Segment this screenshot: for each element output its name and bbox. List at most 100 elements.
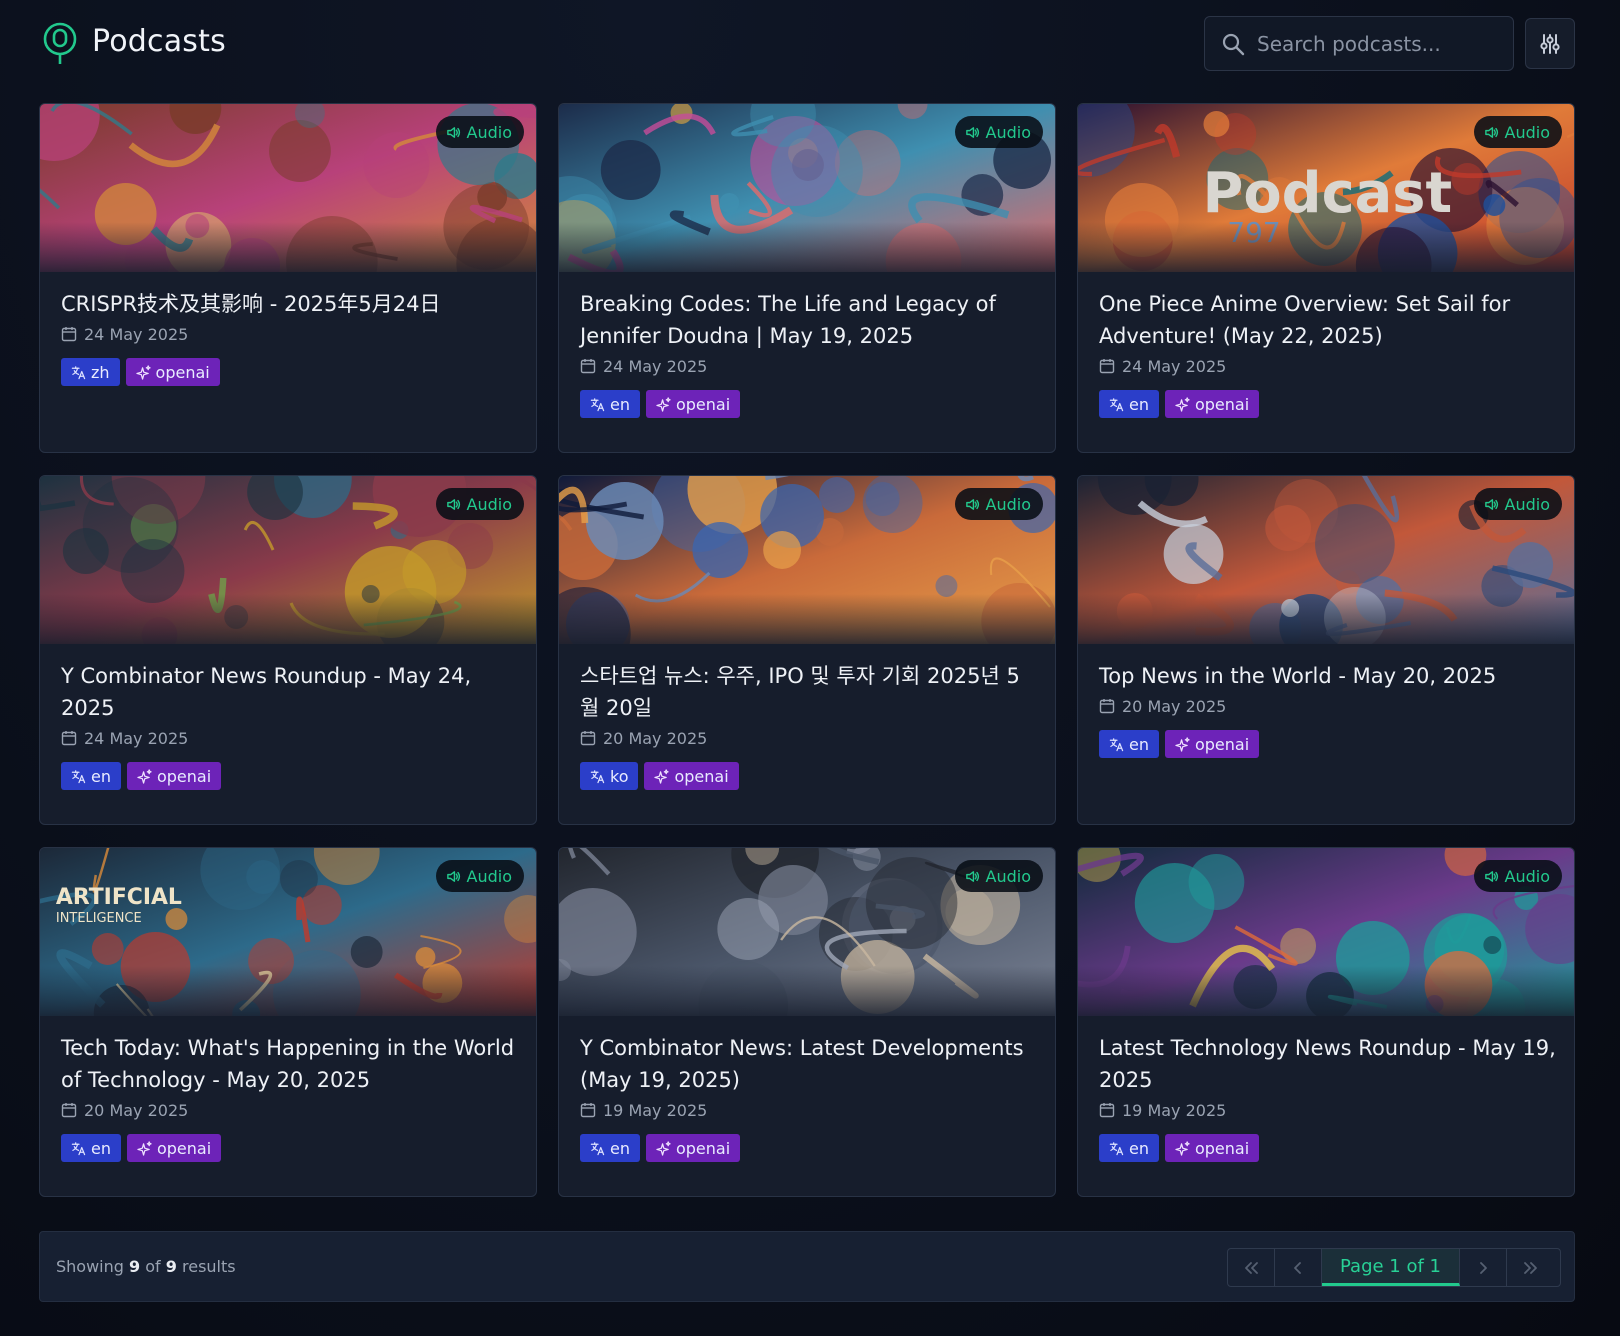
language-tag-label: zh bbox=[91, 362, 110, 382]
audio-badge-label: Audio bbox=[985, 494, 1031, 514]
model-tag-label: openai bbox=[156, 1138, 212, 1158]
search-box[interactable] bbox=[1204, 16, 1514, 71]
language-tag-label: en bbox=[91, 766, 111, 786]
podcast-card[interactable]: Audio Y Combinator News Roundup - May 24… bbox=[39, 475, 537, 825]
results-count: Showing 9 of 9 results bbox=[56, 1257, 236, 1276]
next-page-button[interactable] bbox=[1460, 1249, 1507, 1286]
podcast-title[interactable]: Tech Today: What's Happening in the Worl… bbox=[61, 1032, 518, 1096]
speaker-icon bbox=[965, 126, 979, 138]
model-tag-label: openai bbox=[675, 394, 731, 414]
speaker-icon bbox=[446, 870, 460, 882]
podcast-grid: Audio CRISPR技术及其影响 - 2025年5月24日 24 May 2… bbox=[39, 103, 1575, 1199]
podcast-card[interactable]: Audio Y Combinator News: Latest Developm… bbox=[558, 847, 1056, 1197]
search-input[interactable] bbox=[1257, 27, 1497, 61]
sparkles-icon bbox=[1175, 396, 1190, 412]
podcast-card[interactable]: Audio CRISPR技术及其影响 - 2025年5月24日 24 May 2… bbox=[39, 103, 537, 453]
translate-icon bbox=[71, 769, 86, 783]
cover-art-text: ARTIFCIAL bbox=[56, 885, 182, 910]
chevrons-right-icon bbox=[1523, 1261, 1537, 1274]
podcast-date: 20 May 2025 bbox=[580, 724, 1037, 752]
model-tag[interactable]: openai bbox=[644, 762, 739, 790]
podcast-title[interactable]: CRISPR技术及其影响 - 2025年5月24日 bbox=[61, 288, 518, 320]
podcast-title[interactable]: One Piece Anime Overview: Set Sail for A… bbox=[1099, 288, 1556, 352]
language-tag[interactable]: en bbox=[1099, 1134, 1159, 1162]
podcast-card[interactable]: Audio Top News in the World - May 20, 20… bbox=[1077, 475, 1575, 825]
tag-list: en openai bbox=[580, 390, 1037, 418]
first-page-button[interactable] bbox=[1228, 1249, 1275, 1286]
podcast-cover-image: Audio bbox=[40, 476, 536, 644]
language-tag-label: en bbox=[91, 1138, 111, 1158]
podcast-card[interactable]: Audio 스타트업 뉴스: 우주, IPO 및 투자 기회 2025년 5월 … bbox=[558, 475, 1056, 825]
podcast-cover-image: Audio bbox=[559, 848, 1055, 1016]
sparkles-icon bbox=[1175, 736, 1190, 752]
sparkles-icon bbox=[137, 768, 152, 784]
podcast-title[interactable]: Latest Technology News Roundup - May 19,… bbox=[1099, 1032, 1556, 1096]
model-tag[interactable]: openai bbox=[126, 1134, 222, 1162]
audio-badge: Audio bbox=[435, 860, 524, 892]
translate-icon bbox=[71, 365, 86, 379]
sparkles-icon bbox=[1175, 1140, 1190, 1156]
model-tag[interactable]: openai bbox=[1164, 730, 1260, 758]
calendar-icon bbox=[580, 731, 596, 746]
podcast-date: 19 May 2025 bbox=[1099, 1096, 1556, 1124]
language-tag[interactable]: en bbox=[1099, 390, 1159, 418]
speaker-icon bbox=[446, 126, 460, 138]
speaker-icon bbox=[446, 498, 460, 510]
language-tag[interactable]: en bbox=[580, 1134, 640, 1162]
audio-badge-label: Audio bbox=[466, 122, 512, 142]
model-tag[interactable]: openai bbox=[1164, 390, 1260, 418]
filter-button[interactable] bbox=[1525, 18, 1575, 69]
podcast-title[interactable]: Y Combinator News: Latest Developments (… bbox=[580, 1032, 1037, 1096]
model-tag[interactable]: openai bbox=[126, 762, 222, 790]
speaker-icon bbox=[1484, 498, 1498, 510]
podcast-card[interactable]: Audio Latest Technology News Roundup - M… bbox=[1077, 847, 1575, 1197]
audio-badge: Audio bbox=[954, 116, 1043, 148]
language-tag[interactable]: en bbox=[1099, 730, 1159, 758]
calendar-icon bbox=[61, 327, 77, 342]
audio-badge: Audio bbox=[435, 488, 524, 520]
language-tag[interactable]: en bbox=[61, 762, 121, 790]
model-tag[interactable]: openai bbox=[125, 358, 220, 386]
model-tag[interactable]: openai bbox=[645, 390, 741, 418]
model-tag[interactable]: openai bbox=[645, 1134, 741, 1162]
tag-list: en openai bbox=[61, 762, 518, 790]
podcast-card[interactable]: Podcast797 Audio One Piece Anime Overvie… bbox=[1077, 103, 1575, 453]
podcast-date: 20 May 2025 bbox=[1099, 692, 1556, 720]
speaker-icon bbox=[965, 498, 979, 510]
podcast-date-text: 20 May 2025 bbox=[84, 1100, 189, 1120]
audio-badge-label: Audio bbox=[985, 866, 1031, 886]
last-page-button[interactable] bbox=[1507, 1249, 1554, 1286]
tag-list: en openai bbox=[1099, 390, 1556, 418]
podcast-card[interactable]: ARTIFCIAL INTELIGENCE Audio Tech Today: W… bbox=[39, 847, 537, 1197]
language-tag[interactable]: en bbox=[580, 390, 640, 418]
podcast-title[interactable]: Top News in the World - May 20, 2025 bbox=[1099, 660, 1556, 692]
podcast-date: 24 May 2025 bbox=[61, 320, 518, 348]
pagination-bar: Showing 9 of 9 results Page 1 of 1 bbox=[39, 1231, 1575, 1302]
podcast-title[interactable]: 스타트업 뉴스: 우주, IPO 및 투자 기회 2025년 5월 20일 bbox=[580, 660, 1037, 724]
podcast-date-text: 24 May 2025 bbox=[603, 356, 708, 376]
language-tag[interactable]: en bbox=[61, 1134, 121, 1162]
model-tag-label: openai bbox=[155, 362, 210, 382]
podcast-cover-image: ARTIFCIAL INTELIGENCE Audio bbox=[40, 848, 536, 1016]
language-tag-label: en bbox=[1129, 394, 1149, 414]
podcast-title[interactable]: Breaking Codes: The Life and Legacy of J… bbox=[580, 288, 1037, 352]
calendar-icon bbox=[1099, 1103, 1115, 1118]
prev-page-button[interactable] bbox=[1275, 1249, 1322, 1286]
model-tag-label: openai bbox=[675, 1138, 731, 1158]
calendar-icon bbox=[61, 1103, 77, 1118]
podcast-date-text: 24 May 2025 bbox=[84, 324, 189, 344]
language-tag[interactable]: zh bbox=[61, 358, 120, 386]
podcast-date: 24 May 2025 bbox=[61, 724, 518, 752]
podcast-card[interactable]: Audio Breaking Codes: The Life and Legac… bbox=[558, 103, 1056, 453]
language-tag[interactable]: ko bbox=[580, 762, 639, 790]
current-page-indicator: Page 1 of 1 bbox=[1322, 1249, 1460, 1286]
calendar-icon bbox=[1099, 359, 1115, 374]
page-title: Podcasts bbox=[92, 24, 226, 59]
speaker-icon bbox=[965, 870, 979, 882]
tag-list: en openai bbox=[61, 1134, 518, 1162]
model-tag[interactable]: openai bbox=[1164, 1134, 1260, 1162]
model-tag-label: openai bbox=[1194, 1138, 1250, 1158]
podcast-title[interactable]: Y Combinator News Roundup - May 24, 2025 bbox=[61, 660, 518, 724]
calendar-icon bbox=[580, 1103, 596, 1118]
calendar-icon bbox=[580, 359, 596, 374]
